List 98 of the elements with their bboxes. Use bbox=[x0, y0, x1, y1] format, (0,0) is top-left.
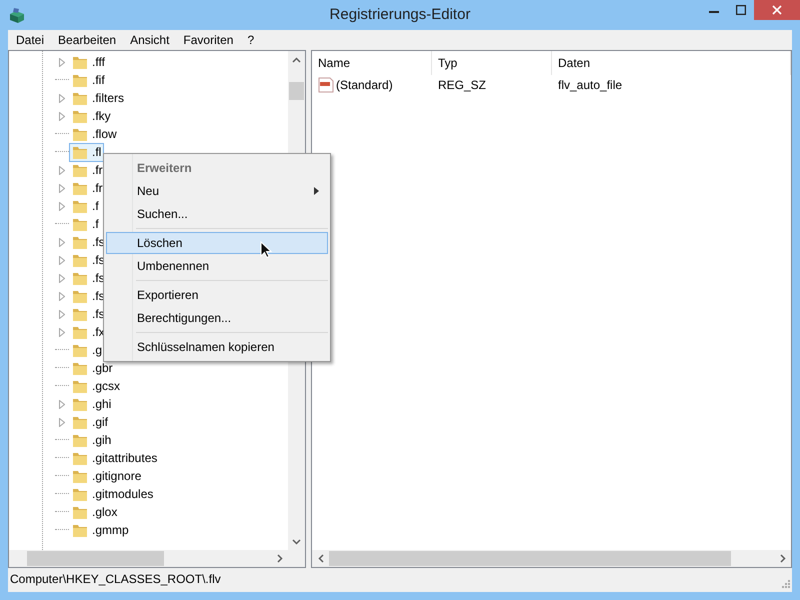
maximize-icon[interactable] bbox=[736, 5, 746, 15]
context-menu-item[interactable]: Umbenennen bbox=[106, 255, 328, 277]
expand-arrow-icon[interactable] bbox=[59, 112, 65, 120]
tree-node[interactable]: .fr bbox=[69, 178, 106, 198]
folder-icon bbox=[72, 396, 88, 412]
close-button[interactable] bbox=[754, 0, 800, 20]
scroll-left-icon[interactable] bbox=[318, 554, 324, 563]
folder-icon bbox=[72, 522, 88, 538]
folder-icon bbox=[72, 162, 88, 178]
column-header[interactable]: Name bbox=[312, 51, 432, 75]
column-header[interactable]: Daten bbox=[552, 51, 791, 75]
folder-icon bbox=[72, 90, 88, 106]
folder-icon bbox=[72, 378, 88, 394]
tree-node[interactable]: .fif bbox=[69, 70, 108, 90]
registry-app-icon bbox=[8, 6, 26, 24]
expand-arrow-icon[interactable] bbox=[59, 400, 65, 408]
folder-icon bbox=[72, 324, 88, 340]
expand-arrow-icon[interactable] bbox=[59, 418, 65, 426]
expand-arrow-icon[interactable] bbox=[59, 310, 65, 318]
folder-icon bbox=[72, 306, 88, 322]
folder-icon bbox=[72, 108, 88, 124]
tree-node[interactable]: .fl bbox=[69, 142, 104, 162]
tree-node[interactable]: .gbr bbox=[69, 358, 116, 378]
tree-node[interactable]: .gih bbox=[69, 430, 114, 450]
folder-icon bbox=[72, 234, 88, 250]
status-bar-path: Computer\HKEY_CLASSES_ROOT\.flv bbox=[10, 572, 221, 586]
expand-arrow-icon[interactable] bbox=[59, 274, 65, 282]
resize-grip-icon bbox=[782, 580, 790, 588]
tree-node[interactable]: .flow bbox=[69, 124, 120, 144]
context-menu-item[interactable]: Suchen... bbox=[106, 203, 328, 225]
value-name-cell: (Standard) bbox=[312, 77, 432, 93]
folder-icon bbox=[72, 126, 88, 142]
folder-icon bbox=[72, 144, 88, 160]
folder-icon bbox=[72, 72, 88, 88]
scroll-right-icon[interactable] bbox=[780, 554, 786, 563]
tree-node[interactable]: .gitattributes bbox=[69, 448, 160, 468]
tree-node[interactable]: .gmmp bbox=[69, 520, 132, 540]
tree-node[interactable]: .fr bbox=[69, 160, 106, 180]
tree-node[interactable]: .fff bbox=[69, 52, 108, 72]
window-title: Registrierungs-Editor bbox=[328, 6, 472, 23]
scrollbar-thumb[interactable] bbox=[289, 82, 304, 100]
folder-icon bbox=[72, 216, 88, 232]
expand-arrow-icon[interactable] bbox=[59, 202, 65, 210]
context-menu-item[interactable]: Berechtigungen... bbox=[106, 307, 328, 329]
tree-node[interactable]: .gitignore bbox=[69, 466, 144, 486]
close-icon bbox=[772, 5, 782, 15]
menu-item[interactable]: Favoriten bbox=[176, 30, 240, 50]
value-type-cell-text: REG_SZ bbox=[437, 78, 488, 92]
column-header[interactable]: Typ bbox=[432, 51, 552, 75]
context-menu-item[interactable]: Schlüsselnamen kopieren bbox=[106, 336, 328, 358]
expand-arrow-icon[interactable] bbox=[59, 94, 65, 102]
expand-arrow-icon[interactable] bbox=[59, 328, 65, 336]
tree-node[interactable]: .ghi bbox=[69, 394, 114, 414]
folder-icon bbox=[72, 414, 88, 430]
context-menu-item[interactable]: Erweitern bbox=[106, 157, 328, 179]
menu-item[interactable]: ? bbox=[240, 30, 262, 50]
value-data-cell-text: flv_auto_file bbox=[557, 78, 624, 92]
context-menu-item[interactable]: Exportieren bbox=[106, 284, 328, 306]
folder-icon bbox=[72, 432, 88, 448]
tree-node[interactable]: .gitmodules bbox=[69, 484, 156, 504]
scroll-right-icon[interactable] bbox=[276, 554, 282, 563]
context-menu-item[interactable]: Neu bbox=[106, 180, 328, 202]
scroll-down-icon[interactable] bbox=[292, 538, 301, 544]
folder-icon bbox=[72, 288, 88, 304]
expand-arrow-icon[interactable] bbox=[59, 184, 65, 192]
tree-node[interactable]: .gif bbox=[69, 412, 112, 432]
scroll-up-icon[interactable] bbox=[292, 56, 301, 62]
menu-item[interactable]: Bearbeiten bbox=[51, 30, 124, 50]
folder-icon bbox=[72, 180, 88, 196]
menu-item[interactable]: Ansicht bbox=[123, 30, 176, 50]
folder-icon bbox=[72, 270, 88, 286]
expand-arrow-icon[interactable] bbox=[59, 238, 65, 246]
scrollbar-thumb[interactable] bbox=[329, 551, 731, 566]
folder-icon bbox=[72, 504, 88, 520]
folder-icon bbox=[72, 342, 88, 358]
tree-node[interactable]: .g bbox=[69, 340, 106, 360]
folder-icon bbox=[72, 54, 88, 70]
context-menu-item[interactable]: Löschen bbox=[106, 232, 328, 254]
expand-arrow-icon[interactable] bbox=[59, 58, 65, 66]
folder-icon bbox=[72, 450, 88, 466]
expand-arrow-icon[interactable] bbox=[59, 292, 65, 300]
scrollbar-thumb[interactable] bbox=[27, 551, 164, 566]
mouse-pointer-icon bbox=[260, 241, 272, 259]
folder-icon bbox=[72, 198, 88, 214]
tree-node[interactable]: .gcsx bbox=[69, 376, 124, 396]
folder-icon bbox=[72, 468, 88, 484]
tree-node[interactable]: .f bbox=[69, 196, 102, 216]
tree-node[interactable]: .f bbox=[69, 214, 102, 234]
folder-icon bbox=[72, 486, 88, 502]
string-value-icon bbox=[318, 77, 334, 93]
expand-arrow-icon[interactable] bbox=[59, 256, 65, 264]
expand-arrow-icon[interactable] bbox=[59, 166, 65, 174]
folder-icon bbox=[72, 252, 88, 268]
tree-node[interactable]: .glox bbox=[69, 502, 120, 522]
menu-item[interactable]: Datei bbox=[9, 30, 52, 50]
tree-node[interactable]: .filters bbox=[69, 88, 128, 108]
folder-icon bbox=[72, 360, 88, 376]
tree-node[interactable]: .fky bbox=[69, 106, 114, 126]
